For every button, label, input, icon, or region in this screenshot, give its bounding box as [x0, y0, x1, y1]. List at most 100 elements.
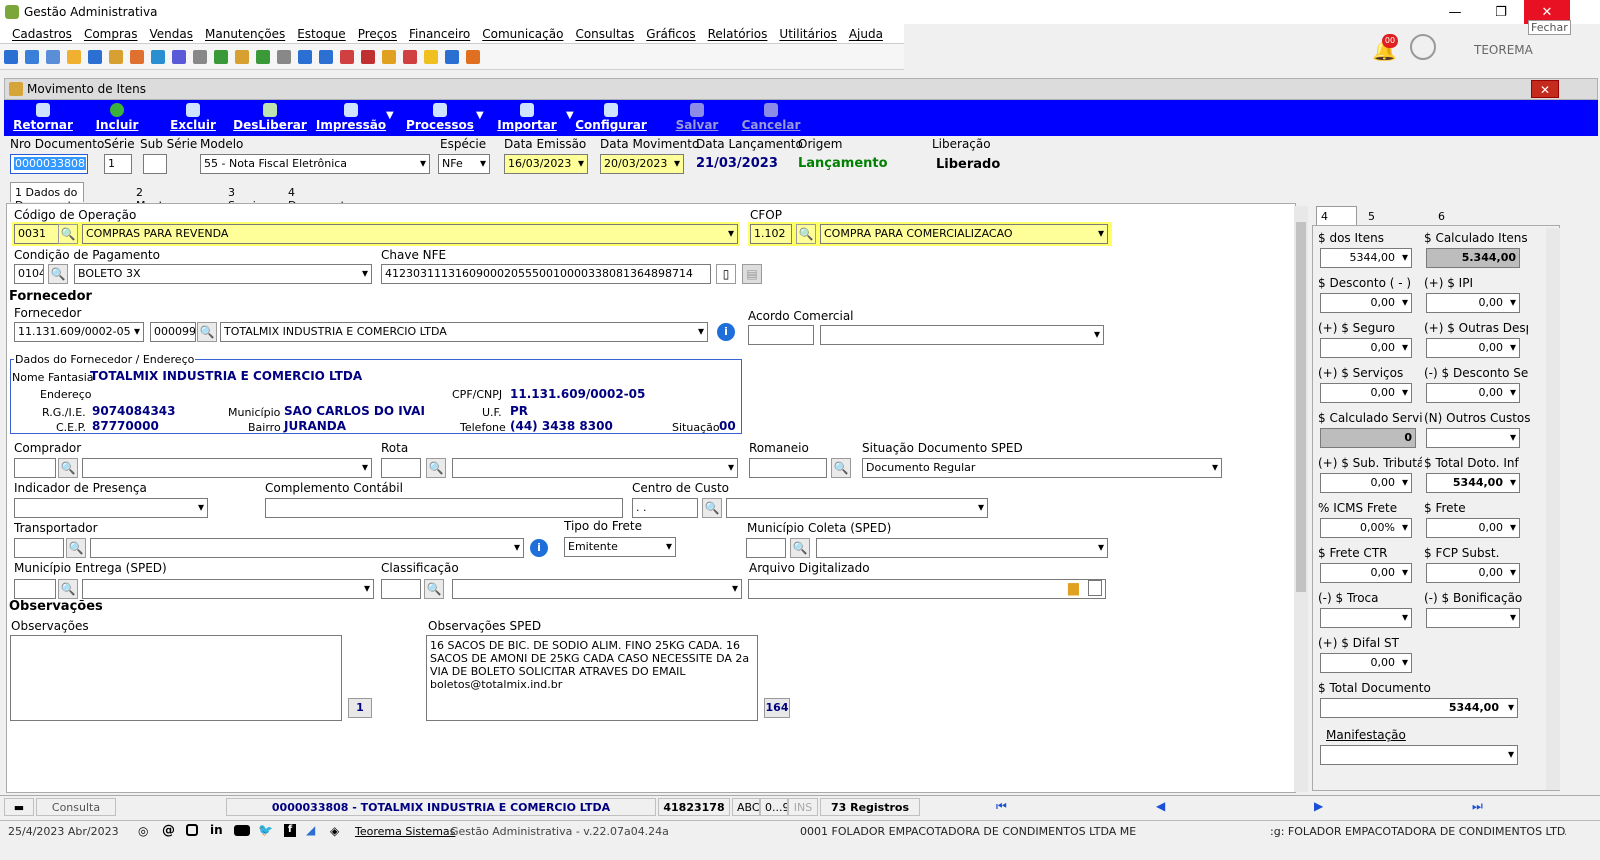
cond-pagto-search-icon[interactable]: 🔍 — [48, 264, 68, 284]
main-vertical-scrollbar[interactable] — [1294, 206, 1308, 792]
restore-button[interactable]: ❐ — [1478, 0, 1524, 24]
fornecedor-codigo-input[interactable]: 0000995 — [150, 322, 196, 342]
sub-tributaria-input[interactable]: 0,00 — [1320, 473, 1412, 493]
centro-custo-input[interactable]: . . — [632, 498, 698, 518]
impressao-button[interactable]: Impressão — [310, 102, 392, 134]
twitter-icon[interactable]: 🐦 — [258, 823, 273, 837]
icms-frete-input[interactable]: 0,00% — [1320, 518, 1412, 538]
cfop-desc-select[interactable]: COMPRA PARA COMERCIALIZACAO — [820, 224, 1108, 244]
tab-impostos[interactable]: 6 Impostos — [1434, 207, 1492, 236]
servicos-input[interactable]: 0,00 — [1320, 383, 1412, 403]
incluir-button[interactable]: Incluir — [80, 102, 154, 134]
complemento-contabil-input[interactable] — [265, 498, 623, 518]
toolbar-table-icon[interactable] — [319, 50, 333, 64]
child-close-button[interactable]: ✕ — [1531, 80, 1559, 98]
toolbar-mail-icon[interactable] — [109, 50, 123, 64]
toolbar-folder-icon[interactable] — [67, 50, 81, 64]
outras-despesas-input[interactable]: 0,00 — [1426, 338, 1520, 358]
excluir-button[interactable]: Excluir — [156, 102, 230, 134]
ipi-input[interactable]: 0,00 — [1426, 293, 1520, 313]
subserie-input[interactable] — [143, 154, 167, 174]
serie-input[interactable]: 1 — [104, 154, 132, 174]
toolbar-mobile-icon[interactable] — [88, 50, 102, 64]
instagram-icon[interactable] — [186, 824, 198, 836]
next-record-icon[interactable]: ▶ — [1314, 799, 1323, 813]
bonificacao-select[interactable] — [1426, 608, 1520, 628]
menu-item-4[interactable]: Estoque — [297, 27, 346, 41]
salvar-button[interactable]: Salvar — [660, 102, 734, 134]
arquivo-digitalizado-input[interactable] — [748, 579, 1106, 599]
troca-select[interactable] — [1320, 608, 1412, 628]
total-documento-input[interactable]: 5344,00 — [1320, 698, 1518, 718]
cfop-input[interactable]: 1.102 — [750, 224, 792, 244]
especie-select[interactable]: NFe — [438, 154, 490, 174]
toolbar-printer-icon[interactable] — [277, 50, 291, 64]
romaneio-search-icon[interactable]: 🔍 — [831, 458, 851, 478]
toolbar-user-icon[interactable] — [130, 50, 144, 64]
document-view-icon[interactable]: ▯ — [716, 264, 736, 284]
tab-retencoes[interactable]: 5 Retenções — [1364, 207, 1429, 236]
toolbar-power-icon[interactable] — [466, 50, 480, 64]
tab-dados-documento[interactable]: 1 Dados do Documento — [10, 182, 84, 212]
toolbar-bank-icon[interactable] — [151, 50, 165, 64]
toolbar-list-icon[interactable] — [172, 50, 186, 64]
menu-item-0[interactable]: Cadastros — [12, 27, 72, 41]
menu-item-6[interactable]: Financeiro — [409, 27, 470, 41]
importar-dropdown-icon[interactable]: ▼ — [566, 110, 574, 121]
toolbar-money-icon[interactable] — [256, 50, 270, 64]
municipio-entrega-input[interactable] — [14, 579, 56, 599]
toolbar-company-icon[interactable] — [4, 50, 18, 64]
toolbar-cart-icon[interactable] — [214, 50, 228, 64]
municipio-entrega-select[interactable] — [82, 579, 374, 599]
processos-button[interactable]: Processos — [400, 102, 480, 134]
user-avatar-icon[interactable] — [1410, 34, 1436, 60]
romaneio-input[interactable] — [749, 458, 827, 478]
municipio-coleta-search-icon[interactable]: 🔍 — [790, 538, 810, 558]
situacao-sped-select[interactable]: Documento Regular — [862, 458, 1222, 478]
toolbar-calendar-30-icon[interactable] — [340, 50, 354, 64]
menu-item-10[interactable]: Relatórios — [708, 27, 768, 41]
toolbar-star-icon[interactable] — [424, 50, 438, 64]
file-icon[interactable] — [1088, 580, 1102, 596]
web-icon[interactable]: ◎ — [138, 824, 148, 838]
toolbar-grid-icon[interactable] — [298, 50, 312, 64]
previous-record-icon[interactable]: ◀ — [1156, 799, 1165, 813]
municipio-coleta-input[interactable] — [746, 538, 786, 558]
codop-input[interactable]: 0031 — [14, 224, 60, 244]
menu-item-5[interactable]: Preços — [358, 27, 397, 41]
menu-item-7[interactable]: Comunicação — [482, 27, 563, 41]
centro-custo-select[interactable] — [726, 498, 988, 518]
rota-search-icon[interactable]: 🔍 — [426, 458, 446, 478]
fornecedor-cnpj-select[interactable]: 11.131.609/0002-05 — [14, 322, 144, 342]
configurar-button[interactable]: Configurar — [574, 102, 648, 134]
menu-item-8[interactable]: Consultas — [575, 27, 634, 41]
rota-input[interactable] — [381, 458, 421, 478]
difal-st-input[interactable]: 0,00 — [1320, 653, 1412, 673]
nro-documento-input[interactable]: 0000033808 — [10, 154, 88, 174]
cond-pagto-select[interactable]: BOLETO 3X — [74, 264, 372, 284]
importar-button[interactable]: Importar — [490, 102, 564, 134]
menu-item-3[interactable]: Manutenções — [205, 27, 285, 41]
impressao-dropdown-icon[interactable]: ▼ — [386, 110, 394, 121]
desconto-input[interactable]: 0,00 — [1320, 293, 1412, 313]
municipio-entrega-search-icon[interactable]: 🔍 — [58, 579, 78, 599]
tab-totais[interactable]: 4 Totais — [1316, 206, 1358, 236]
transportador-select[interactable] — [90, 538, 524, 558]
dos-itens-input[interactable]: 5344,00 — [1320, 248, 1412, 268]
toolbar-box-icon[interactable] — [235, 50, 249, 64]
indicador-presenca-select[interactable] — [14, 498, 208, 518]
transportador-info-icon[interactable]: i — [530, 539, 548, 557]
classificacao-search-icon[interactable]: 🔍 — [424, 579, 444, 599]
youtube-icon[interactable] — [234, 825, 250, 836]
acordo-comercial-select[interactable] — [820, 325, 1104, 345]
tab-documentos-referenciados[interactable]: 4 Documentos Referenciados — [284, 183, 370, 225]
transportador-input[interactable] — [14, 538, 64, 558]
classificacao-select[interactable] — [452, 579, 742, 599]
modelo-select[interactable]: 55 - Nota Fiscal Eletrônica — [200, 154, 430, 174]
rota-select[interactable] — [452, 458, 738, 478]
menu-item-12[interactable]: Ajuda — [849, 27, 883, 41]
seguro-input[interactable]: 0,00 — [1320, 338, 1412, 358]
tipo-frete-select[interactable]: Emitente — [564, 537, 676, 557]
cond-pagto-input[interactable]: 0104 — [14, 264, 44, 284]
retornar-button[interactable]: Retornar — [6, 102, 80, 134]
